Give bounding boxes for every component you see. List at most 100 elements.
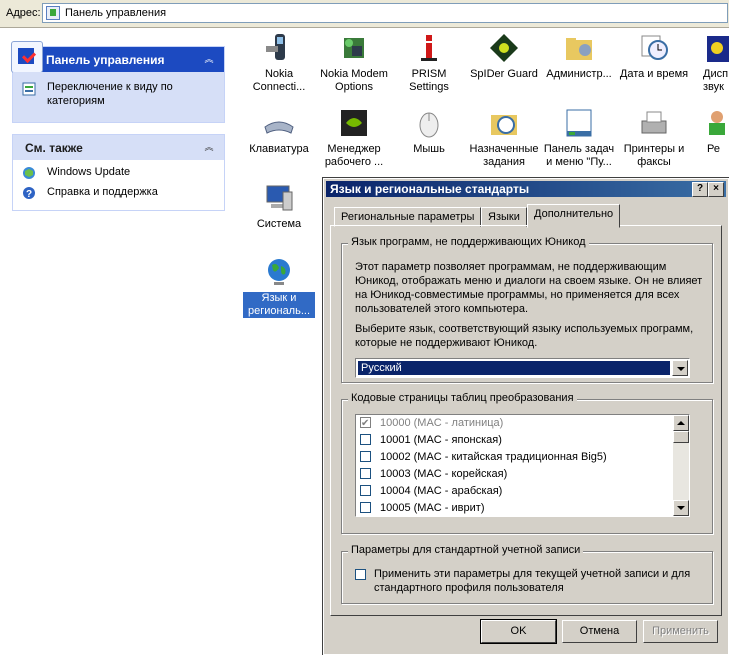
cpl-label: Назначенные задания	[469, 143, 539, 168]
pane-title: Панель управления	[46, 53, 165, 67]
help-icon: ?	[22, 186, 36, 200]
group-title: Язык программ, не поддерживающих Юникод	[348, 236, 589, 248]
list-scrollbar[interactable]	[673, 415, 689, 516]
cancel-button[interactable]: Отмена	[562, 620, 637, 643]
code-page-label: 10001 (MAC - японская)	[380, 434, 502, 446]
tab-languages[interactable]: Языки	[481, 207, 527, 227]
cpl-nokia-connectivity[interactable]: Nokia Connecti...	[243, 32, 315, 94]
modem-icon	[338, 32, 370, 64]
help-support-link[interactable]: Справка и поддержка	[47, 186, 158, 198]
nvidia-icon	[338, 107, 370, 139]
control-panel-icon	[11, 41, 43, 73]
non-unicode-group: Язык программ, не поддерживающих Юникод …	[341, 236, 713, 383]
cpl-label: Принтеры и факсы	[623, 143, 685, 168]
mouse-icon	[413, 107, 445, 139]
group-title: Кодовые страницы таблиц преобразования	[348, 392, 577, 404]
cpl-scheduled-tasks[interactable]: Назначенные задания	[468, 107, 540, 169]
collapse-chevron-icon[interactable]: ︽	[202, 52, 216, 66]
select-language-instructions: Выберите язык, соответствующий языку исп…	[355, 323, 694, 349]
code-page-checkbox[interactable]	[360, 485, 371, 496]
address-field[interactable]: Панель управления	[42, 3, 728, 23]
cpl-system[interactable]: Система	[243, 182, 315, 231]
printer-icon	[638, 107, 670, 139]
code-page-checkbox[interactable]	[360, 468, 371, 479]
cpl-sound[interactable]: Дисп звук	[693, 32, 729, 94]
cpl-label: Дисп звук	[703, 68, 729, 93]
tab-advanced[interactable]: Дополнительно	[527, 204, 621, 228]
collapse-chevron-icon[interactable]: ︽	[202, 140, 216, 154]
dialog-title-bar[interactable]: Язык и региональные стандарты ? ×	[326, 181, 726, 197]
cpl-printers[interactable]: Принтеры и факсы	[618, 107, 690, 169]
regional-settings-dialog: Язык и региональные стандарты ? × Регион…	[322, 177, 729, 655]
globe-icon	[263, 256, 295, 288]
code-page-checkbox[interactable]	[360, 451, 371, 462]
cpl-users[interactable]: Ре	[693, 107, 729, 156]
windows-update-link[interactable]: Windows Update	[47, 166, 130, 178]
pane-body: Переключение к виду по категориям	[13, 72, 224, 122]
cpl-label: Ре	[707, 143, 720, 155]
address-label: Адрес:	[6, 7, 41, 19]
cpl-label: Язык и региональ...	[243, 292, 315, 318]
code-page-label: 10005 (MAC - иврит)	[380, 502, 485, 514]
cpl-label: Мышь	[413, 143, 445, 155]
pane-title: См. также	[25, 141, 83, 155]
cpl-nvidia[interactable]: Менеджер рабочего ...	[318, 107, 390, 169]
code-page-checkbox[interactable]	[360, 502, 371, 513]
sound-icon	[703, 32, 729, 64]
group-title: Параметры для стандартной учетной записи	[348, 544, 584, 556]
cpl-admin-tools[interactable]: Администр...	[543, 32, 615, 81]
scroll-up-icon[interactable]	[673, 415, 689, 431]
scroll-down-icon[interactable]	[673, 500, 689, 516]
address-bar: Адрес: Панель управления	[0, 0, 729, 28]
tab-regional-options[interactable]: Региональные параметры	[334, 207, 482, 227]
cpl-nokia-modem[interactable]: Nokia Modem Options	[318, 32, 390, 94]
code-page-label: 10002 (MAC - китайская традиционная Big5…	[380, 451, 607, 463]
help-button[interactable]: ?	[692, 182, 708, 197]
dropdown-arrow-icon[interactable]	[672, 360, 688, 376]
dialog-title: Язык и региональные стандарты	[330, 182, 530, 196]
scroll-thumb[interactable]	[673, 431, 689, 443]
info-icon	[413, 32, 445, 64]
close-button[interactable]: ×	[708, 182, 724, 197]
code-page-checkbox[interactable]	[360, 415, 371, 432]
cpl-mouse[interactable]: Мышь	[393, 107, 465, 156]
default-account-group: Параметры для стандартной учетной записи…	[341, 544, 713, 604]
svg-text:?: ?	[26, 189, 32, 200]
cpl-spider-guard[interactable]: SpIDer Guard	[468, 32, 540, 81]
code-page-label: 10003 (MAC - корейская)	[380, 468, 508, 480]
ok-button[interactable]: OK	[480, 619, 557, 644]
cpl-label: SpIDer Guard	[470, 68, 538, 80]
apply-default-profile-checkbox[interactable]	[355, 569, 366, 580]
non-unicode-description: Этот параметр позволяет программам, не п…	[355, 261, 703, 315]
spider-icon	[488, 32, 520, 64]
cpl-label: Панель задач и меню "Пу...	[543, 143, 615, 168]
cpl-taskbar[interactable]: Панель задач и меню "Пу...	[543, 107, 615, 169]
code-page-label: 10000 (MAC - латиница)	[380, 417, 504, 429]
selected-language: Русский	[358, 361, 670, 375]
cpl-regional-settings[interactable]: Язык и региональ...	[243, 256, 315, 318]
cpl-prism-settings[interactable]: PRISM Settings	[393, 32, 465, 94]
tasks-icon	[488, 107, 520, 139]
cpl-label: Клавиатура	[249, 143, 309, 155]
system-icon	[263, 182, 295, 214]
cpl-label: Менеджер рабочего ...	[324, 143, 384, 168]
apply-button[interactable]: Применить	[643, 620, 718, 643]
cpl-label: Nokia Connecti...	[252, 68, 306, 93]
cpl-label: Дата и время	[619, 68, 689, 80]
taskbar-icon	[563, 107, 595, 139]
code-pages-list[interactable]: 10000 (MAC - латиница) 10001 (MAC - япон…	[355, 414, 690, 517]
pane-header[interactable]: Панель управления ︽	[11, 41, 224, 73]
switch-category-view-link[interactable]: Переключение к виду по категориям	[47, 80, 217, 108]
pane-header[interactable]: См. также ︽	[13, 135, 224, 160]
language-select[interactable]: Русский	[355, 358, 690, 378]
code-pages-group: Кодовые страницы таблиц преобразования 1…	[341, 392, 713, 534]
cpl-date-time[interactable]: Дата и время	[618, 32, 690, 81]
user-icon	[703, 107, 729, 139]
keyboard-icon	[263, 107, 295, 139]
control-panel-icon	[46, 6, 60, 20]
code-page-checkbox[interactable]	[360, 434, 371, 445]
admin-tools-icon	[563, 32, 595, 64]
phone-icon	[263, 32, 295, 64]
pane-body: Windows Update ? Справка и поддержка	[13, 160, 224, 210]
cpl-keyboard[interactable]: Клавиатура	[243, 107, 315, 156]
